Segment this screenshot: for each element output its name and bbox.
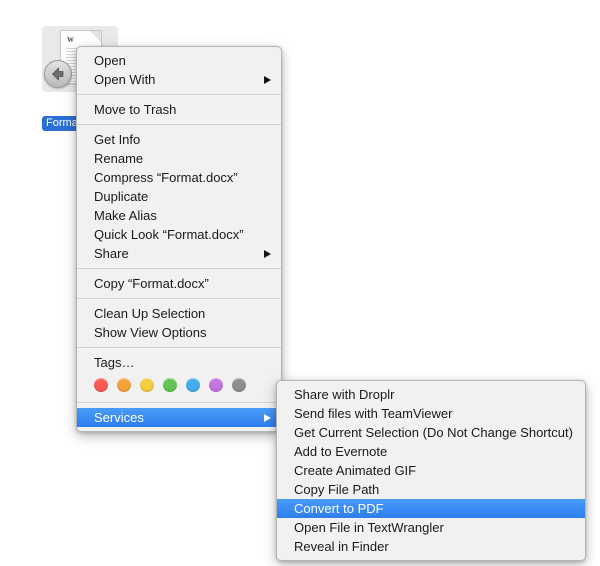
- tag-color-purple[interactable]: [209, 378, 223, 392]
- services-submenu: Share with Droplr Send files with TeamVi…: [276, 380, 586, 561]
- tag-color-gray[interactable]: [232, 378, 246, 392]
- menu-item-open[interactable]: Open: [77, 51, 281, 70]
- menu-item-label: Share with Droplr: [294, 387, 395, 402]
- menu-item-label: Rename: [94, 151, 144, 166]
- menu-item-quick-look[interactable]: Quick Look “Format.docx”: [77, 225, 281, 244]
- menu-item-label: Show View Options: [94, 325, 207, 340]
- menu-item-label: Open: [94, 53, 126, 68]
- chevron-right-icon: [264, 75, 271, 84]
- menu-item-rename[interactable]: Rename: [77, 149, 281, 168]
- submenu-item-send-files-with-teamviewer[interactable]: Send files with TeamViewer: [277, 404, 585, 423]
- menu-item-label: Move to Trash: [94, 102, 177, 117]
- menu-separator: [77, 94, 281, 95]
- menu-item-label: Copy “Format.docx”: [94, 276, 209, 291]
- menu-item-compress[interactable]: Compress “Format.docx”: [77, 168, 281, 187]
- menu-item-label: Duplicate: [94, 189, 149, 204]
- page-fold-icon: [90, 31, 101, 42]
- menu-item-tags[interactable]: Tags…: [77, 353, 281, 372]
- tag-color-green[interactable]: [163, 378, 177, 392]
- tag-color-red[interactable]: [94, 378, 108, 392]
- alias-arrow-badge-icon: [44, 60, 72, 88]
- menu-item-label: Add to Evernote: [294, 444, 388, 459]
- submenu-item-copy-file-path[interactable]: Copy File Path: [277, 480, 585, 499]
- submenu-item-convert-to-pdf[interactable]: Convert to PDF: [277, 499, 585, 518]
- submenu-item-add-to-evernote[interactable]: Add to Evernote: [277, 442, 585, 461]
- context-menu: Open Open With Move to Trash Get Info Re…: [76, 46, 282, 432]
- menu-separator: [77, 298, 281, 299]
- menu-item-label: Convert to PDF: [294, 501, 384, 516]
- menu-item-services[interactable]: Services: [77, 408, 281, 427]
- submenu-item-reveal-in-finder[interactable]: Reveal in Finder: [277, 537, 585, 556]
- menu-item-label: Services: [94, 410, 144, 425]
- menu-item-label: Copy File Path: [294, 482, 380, 497]
- menu-item-label: Get Current Selection (Do Not Change Sho…: [294, 425, 573, 440]
- menu-separator: [77, 402, 281, 403]
- menu-item-label: Tags…: [94, 355, 135, 370]
- tag-color-swatches: [77, 372, 281, 397]
- menu-item-label: Compress “Format.docx”: [94, 170, 238, 185]
- chevron-right-icon: [264, 413, 271, 422]
- tag-color-orange[interactable]: [117, 378, 131, 392]
- tag-color-blue[interactable]: [186, 378, 200, 392]
- menu-item-get-info[interactable]: Get Info: [77, 130, 281, 149]
- submenu-item-open-file-in-textwrangler[interactable]: Open File in TextWrangler: [277, 518, 585, 537]
- word-logo-icon: W: [67, 36, 74, 44]
- menu-item-share[interactable]: Share: [77, 244, 281, 263]
- menu-item-label: Quick Look “Format.docx”: [94, 227, 244, 242]
- menu-item-label: Share: [94, 246, 129, 261]
- menu-item-copy[interactable]: Copy “Format.docx”: [77, 274, 281, 293]
- menu-item-label: Send files with TeamViewer: [294, 406, 453, 421]
- menu-item-label: Open File in TextWrangler: [294, 520, 444, 535]
- menu-item-label: Open With: [94, 72, 156, 87]
- tag-color-yellow[interactable]: [140, 378, 154, 392]
- menu-item-duplicate[interactable]: Duplicate: [77, 187, 281, 206]
- submenu-item-get-current-selection[interactable]: Get Current Selection (Do Not Change Sho…: [277, 423, 585, 442]
- menu-separator: [77, 124, 281, 125]
- chevron-right-icon: [264, 249, 271, 258]
- menu-item-label: Reveal in Finder: [294, 539, 389, 554]
- menu-separator: [77, 347, 281, 348]
- submenu-item-create-animated-gif[interactable]: Create Animated GIF: [277, 461, 585, 480]
- menu-item-make-alias[interactable]: Make Alias: [77, 206, 281, 225]
- menu-item-show-view-options[interactable]: Show View Options: [77, 323, 281, 342]
- menu-item-open-with[interactable]: Open With: [77, 70, 281, 89]
- menu-item-label: Clean Up Selection: [94, 306, 206, 321]
- menu-item-label: Get Info: [94, 132, 141, 147]
- menu-item-clean-up-selection[interactable]: Clean Up Selection: [77, 304, 281, 323]
- submenu-item-share-with-droplr[interactable]: Share with Droplr: [277, 385, 585, 404]
- menu-item-label: Make Alias: [94, 208, 157, 223]
- menu-item-label: Create Animated GIF: [294, 463, 417, 478]
- menu-separator: [77, 268, 281, 269]
- menu-item-move-to-trash[interactable]: Move to Trash: [77, 100, 281, 119]
